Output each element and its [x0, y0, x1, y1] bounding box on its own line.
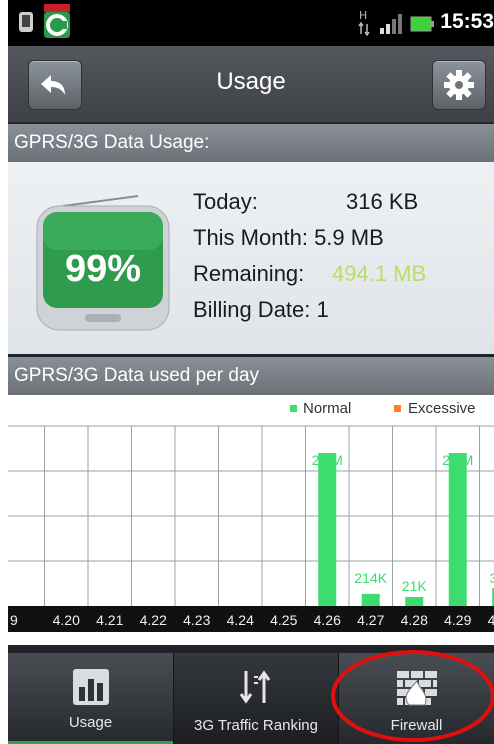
legend-label-normal: Normal — [303, 400, 351, 417]
daily-usage-chart: Normal Excessive 2.7M 214K 21K 2.7M 316 9 4.20… — [8, 395, 494, 645]
svg-text:H: H — [359, 9, 367, 22]
billing-label: Billing Date: — [193, 297, 311, 322]
chart-value-label: 2.7M — [312, 452, 343, 468]
chart-tick-label: 4.30 — [488, 612, 494, 628]
usage-panel: 99% Today: 316 KB This Month: 5.9 MB Rema… — [8, 162, 494, 354]
status-bar: H 15:53 — [8, 0, 494, 46]
gear-icon — [444, 70, 474, 100]
chart-bar-4.27 — [361, 593, 380, 606]
chart-bar-4.28 — [405, 597, 424, 606]
tab-usage[interactable]: Usage — [8, 653, 173, 744]
chart-canvas: Normal Excessive 2.7M 214K 21K 2.7M 316 9 4.20… — [8, 400, 494, 632]
billing-row: Billing Date: 1 — [193, 292, 426, 328]
today-row: Today: 316 KB — [193, 184, 426, 220]
chart-tick-label: 4.24 — [227, 612, 254, 628]
chart-value-label: 2.7M — [442, 452, 473, 468]
chart-value-label: 214K — [354, 570, 387, 586]
tab-traffic-ranking-label: 3G Traffic Ranking — [194, 717, 318, 734]
chart-bar-4.26 — [318, 453, 337, 606]
ranking-arrows-icon — [239, 670, 271, 704]
chart-tick-label: 4.25 — [270, 612, 297, 628]
month-label: This Month: — [193, 225, 308, 250]
billing-value: 1 — [316, 297, 329, 322]
chart-tick-label: 4.23 — [183, 612, 210, 628]
remaining-value: 494.1 MB — [332, 261, 427, 286]
today-value: 316 KB — [346, 189, 419, 214]
chart-tick-label: 4.22 — [140, 612, 167, 628]
legend-swatch-excessive — [394, 405, 401, 412]
usage-percent: 99% — [64, 248, 142, 290]
chart-tick-label: 4.29 — [444, 612, 471, 628]
page-title: Usage — [216, 68, 286, 95]
usage-percent-icon: 99% — [33, 192, 173, 332]
chart-tick-label: 4.20 — [53, 612, 80, 628]
usage-stats: Today: 316 KB This Month: 5.9 MB Remainin… — [193, 184, 426, 328]
chart-value-label: 21K — [402, 578, 428, 594]
chart-tick-label: 9 — [10, 612, 18, 628]
remaining-label: Remaining: — [193, 261, 305, 286]
legend-label-excessive: Excessive — [408, 400, 476, 417]
remaining-row: Remaining: 494.1 MB — [193, 256, 426, 292]
battery-icon — [410, 16, 434, 36]
settings-button[interactable] — [432, 60, 486, 110]
highlight-annotation — [331, 650, 494, 742]
sd-card-icon — [16, 10, 36, 38]
data-activity-icon: H — [358, 8, 372, 40]
bar-chart-icon — [72, 669, 109, 705]
today-label: Today: — [193, 189, 258, 214]
title-bar: Usage — [8, 46, 494, 123]
chart-tick-label: 4.26 — [314, 612, 341, 628]
chart-tick-label: 4.28 — [401, 612, 428, 628]
chart-tick-label: 4.27 — [357, 612, 384, 628]
chart-tick-label: 4.21 — [96, 612, 123, 628]
usage-section-header: GPRS/3G Data Usage: — [8, 124, 494, 162]
tab-traffic-ranking[interactable]: 3G Traffic Ranking — [173, 653, 339, 744]
chart-value-label: 316 — [490, 570, 494, 586]
legend-swatch-normal — [290, 405, 297, 412]
app-frame: H 15:53 Usage GPRS/3G Data Usage: 99% To… — [8, 0, 494, 744]
signal-icon — [380, 14, 402, 38]
tab-usage-label: Usage — [68, 714, 113, 731]
chart-bar-4.29 — [448, 453, 467, 606]
month-value: 5.9 MB — [314, 225, 384, 250]
chart-section-header: GPRS/3G Data used per day — [8, 357, 494, 395]
status-time: 15:53 — [440, 10, 494, 33]
comodo-app-icon — [42, 4, 72, 46]
month-row: This Month: 5.9 MB — [193, 220, 426, 256]
